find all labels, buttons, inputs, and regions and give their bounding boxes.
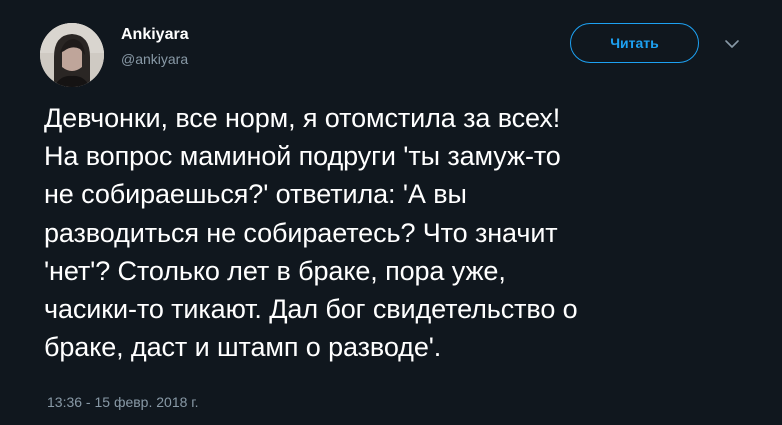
tweet-text-line: разводиться не собираетесь? Что значит — [44, 217, 558, 248]
tweet-text-line: часики-то тикают. Дал бог свидетельство … — [44, 294, 578, 325]
follow-button[interactable]: Читать — [570, 23, 699, 63]
avatar[interactable] — [40, 23, 104, 87]
tweet-text-line: не собираешься?' ответила: 'А вы — [44, 179, 467, 210]
tweet-timestamp[interactable]: 13:36 - 15 февр. 2018 г. — [47, 393, 199, 411]
tweet-text-line: 'нет'? Столько лет в браке, пора уже, — [44, 255, 506, 286]
chevron-down-icon — [725, 40, 739, 48]
author-name[interactable]: Ankiyara — [121, 25, 189, 45]
author-handle[interactable]: @ankiyara — [121, 50, 188, 68]
tweet-card: Ankiyara @ankiyara Читать Девчонки, все … — [0, 0, 782, 425]
tweet-text-line: браке, даст и штамп о разводе'. — [44, 332, 442, 363]
tweet-text-line: Девчонки, все норм, я отомстила за всех! — [44, 103, 561, 133]
more-menu-button[interactable] — [721, 36, 743, 52]
tweet-text: Девчонки, все норм, я отомстила за всех!… — [44, 99, 744, 366]
avatar-photo — [40, 23, 104, 87]
tweet-text-line: На вопрос маминой подруги 'ты замуж-то — [44, 141, 561, 172]
